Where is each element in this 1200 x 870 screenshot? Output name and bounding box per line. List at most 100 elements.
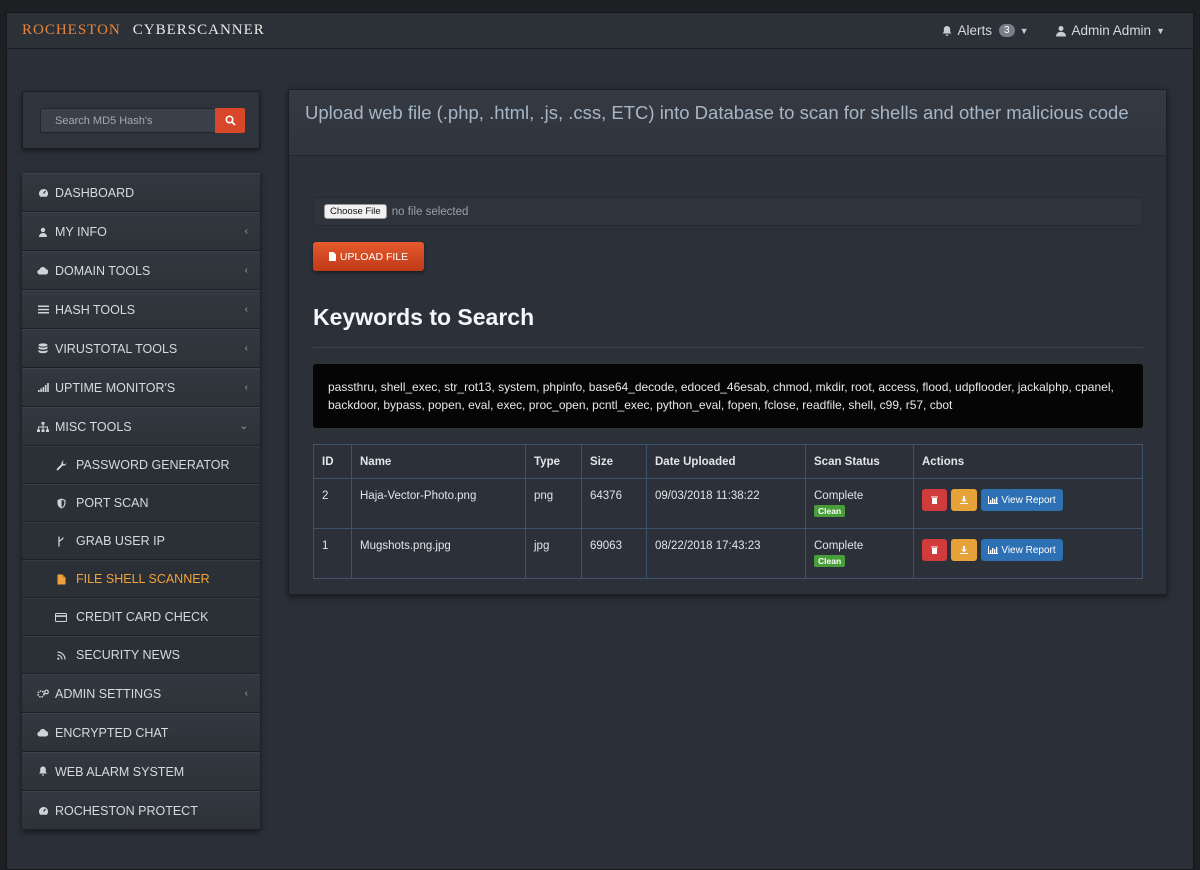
bell-icon — [942, 25, 952, 36]
panel-title: Upload web file (.php, .html, .js, .css,… — [289, 90, 1166, 156]
keywords-list: passthru, shell_exec, str_rot13, system,… — [313, 364, 1143, 428]
sidebar-item-virustotal-tools[interactable]: VIRUSTOTAL TOOLS ‹ — [22, 329, 260, 368]
cell-size: 64376 — [581, 478, 647, 529]
status-text: Complete — [814, 490, 864, 502]
table-row: 2 Haja-Vector-Photo.png png 64376 09/03/… — [313, 478, 1143, 529]
column-header-size: Size — [581, 444, 647, 479]
cell-id: 2 — [313, 478, 352, 529]
sidebar-item-hash-tools[interactable]: HASH TOOLS ‹ — [22, 290, 260, 329]
user-menu[interactable]: Admin Admin ▼ — [1055, 23, 1165, 38]
sidebar-item-label: UPTIME MONITOR'S — [55, 380, 176, 395]
trash-icon — [931, 546, 938, 554]
md5-search-input[interactable] — [40, 108, 216, 133]
sidebar-item-uptime-monitors[interactable]: UPTIME MONITOR'S ‹ — [22, 368, 260, 407]
sidebar-item-web-alarm-system[interactable]: WEB ALARM SYSTEM — [22, 752, 260, 791]
bell-icon — [36, 766, 50, 777]
column-header-id: ID — [313, 444, 352, 479]
chevron-down-icon: ▼ — [1156, 25, 1165, 36]
download-button[interactable] — [951, 539, 977, 561]
sidebar-item-encrypted-chat[interactable]: ENCRYPTED CHAT — [22, 713, 260, 752]
bars-icon — [36, 305, 50, 314]
shield-icon — [54, 498, 68, 509]
brand-logo[interactable]: ROCHESTON CYBERSCANNER — [22, 22, 265, 39]
chevron-left-icon: ‹ — [244, 304, 248, 315]
sitemap-icon — [36, 421, 50, 432]
sidebar-item-label: MY INFO — [55, 224, 107, 239]
sidebar-item-admin-settings[interactable]: ADMIN SETTINGS ‹ — [22, 674, 260, 713]
table-row: 1 Mugshots.png.jpg jpg 69063 08/22/2018 … — [313, 528, 1143, 579]
wrench-icon — [54, 460, 68, 471]
choose-file-button[interactable]: Choose File — [324, 204, 387, 219]
chevron-left-icon: ‹ — [244, 265, 248, 276]
search-icon — [224, 115, 236, 126]
chevron-left-icon: ‹ — [244, 226, 248, 237]
cell-date: 09/03/2018 11:38:22 — [646, 478, 806, 529]
sidebar-item-my-info[interactable]: MY INFO ‹ — [22, 212, 260, 251]
gears-icon — [36, 689, 50, 699]
chevron-left-icon: ‹ — [244, 343, 248, 354]
top-navbar: ROCHESTON CYBERSCANNER Alerts 3 ▼ Admin … — [7, 13, 1193, 49]
sidebar-subitem-label: GRAB USER IP — [76, 534, 165, 548]
cell-name: Haja-Vector-Photo.png — [351, 478, 526, 529]
sidebar-subitem-security-news[interactable]: SECURITY NEWS — [22, 636, 260, 674]
dashboard-icon — [36, 806, 50, 816]
uploaded-files-table: ID Name Type Size Date Uploaded Scan Sta… — [313, 444, 1143, 579]
search-button[interactable] — [215, 108, 245, 133]
column-header-type: Type — [525, 444, 582, 479]
sidebar-subitem-port-scan[interactable]: PORT SCAN — [22, 484, 260, 522]
file-scanner-panel: Upload web file (.php, .html, .js, .css,… — [288, 89, 1167, 595]
cell-type: jpg — [525, 528, 582, 579]
brand-name-part1: ROCHESTON — [22, 22, 121, 38]
cell-status: Complete Clean — [805, 478, 914, 529]
alerts-dropdown[interactable]: Alerts 3 ▼ — [941, 23, 1029, 38]
sidebar-item-label: ENCRYPTED CHAT — [55, 725, 169, 740]
view-report-button[interactable]: View Report — [981, 489, 1063, 511]
cell-id: 1 — [313, 528, 352, 579]
sidebar-subitem-credit-card-check[interactable]: CREDIT CARD CHECK — [22, 598, 260, 636]
file-input[interactable]: Choose File no file selected — [313, 197, 1143, 226]
alerts-count-badge: 3 — [999, 24, 1015, 37]
sidebar-item-domain-tools[interactable]: DOMAIN TOOLS ‹ — [22, 251, 260, 290]
sidebar-nav: DASHBOARD MY INFO ‹ DOMAIN TOOLS ‹ HASH … — [22, 173, 260, 830]
file-icon — [54, 574, 68, 585]
download-button[interactable] — [951, 489, 977, 511]
status-badge: Clean — [814, 555, 846, 567]
branch-icon — [54, 536, 68, 547]
sidebar-item-label: DASHBOARD — [55, 185, 135, 200]
sidebar-item-label: WEB ALARM SYSTEM — [55, 764, 185, 779]
sidebar-item-label: ROCHESTON PROTECT — [55, 803, 198, 818]
sidebar-subitem-label: FILE SHELL SCANNER — [76, 572, 210, 586]
sidebar-subitem-label: PASSWORD GENERATOR — [76, 458, 230, 472]
chevron-down-icon: ⌄ — [239, 421, 248, 432]
divider — [313, 347, 1143, 348]
sidebar-item-rocheston-protect[interactable]: ROCHESTON PROTECT — [22, 791, 260, 830]
user-icon — [1055, 25, 1066, 36]
sidebar-item-misc-tools[interactable]: MISC TOOLS ⌄ — [22, 407, 260, 446]
sidebar-subitem-file-shell-scanner[interactable]: FILE SHELL SCANNER — [22, 560, 260, 598]
trash-icon — [931, 496, 938, 504]
column-header-actions: Actions — [913, 444, 1143, 479]
sidebar-item-label: DOMAIN TOOLS — [55, 263, 151, 278]
sidebar-subitem-label: CREDIT CARD CHECK — [76, 610, 209, 624]
cell-date: 08/22/2018 17:43:23 — [646, 528, 806, 579]
sidebar-subitem-grab-user-ip[interactable]: GRAB USER IP — [22, 522, 260, 560]
cloud-icon — [36, 728, 50, 737]
cell-name: Mugshots.png.jpg — [351, 528, 526, 579]
bar-chart-icon — [988, 546, 999, 554]
upload-button-label: UPLOAD FILE — [339, 250, 409, 263]
user-icon — [36, 227, 50, 237]
sidebar-item-label: MISC TOOLS — [55, 419, 132, 434]
sidebar-subitem-label: SECURITY NEWS — [76, 648, 180, 662]
column-header-status: Scan Status — [805, 444, 914, 479]
delete-button[interactable] — [922, 489, 947, 511]
delete-button[interactable] — [922, 539, 947, 561]
credit-card-icon — [54, 612, 68, 622]
md5-search-panel — [22, 91, 260, 149]
column-header-name: Name — [351, 444, 526, 479]
chevron-down-icon: ▼ — [1019, 25, 1029, 36]
sidebar-subitem-password-generator[interactable]: PASSWORD GENERATOR — [22, 446, 260, 484]
view-report-button[interactable]: View Report — [981, 539, 1063, 561]
download-icon — [960, 496, 968, 504]
sidebar-item-dashboard[interactable]: DASHBOARD — [22, 173, 260, 212]
upload-file-button[interactable]: UPLOAD FILE — [313, 242, 424, 271]
